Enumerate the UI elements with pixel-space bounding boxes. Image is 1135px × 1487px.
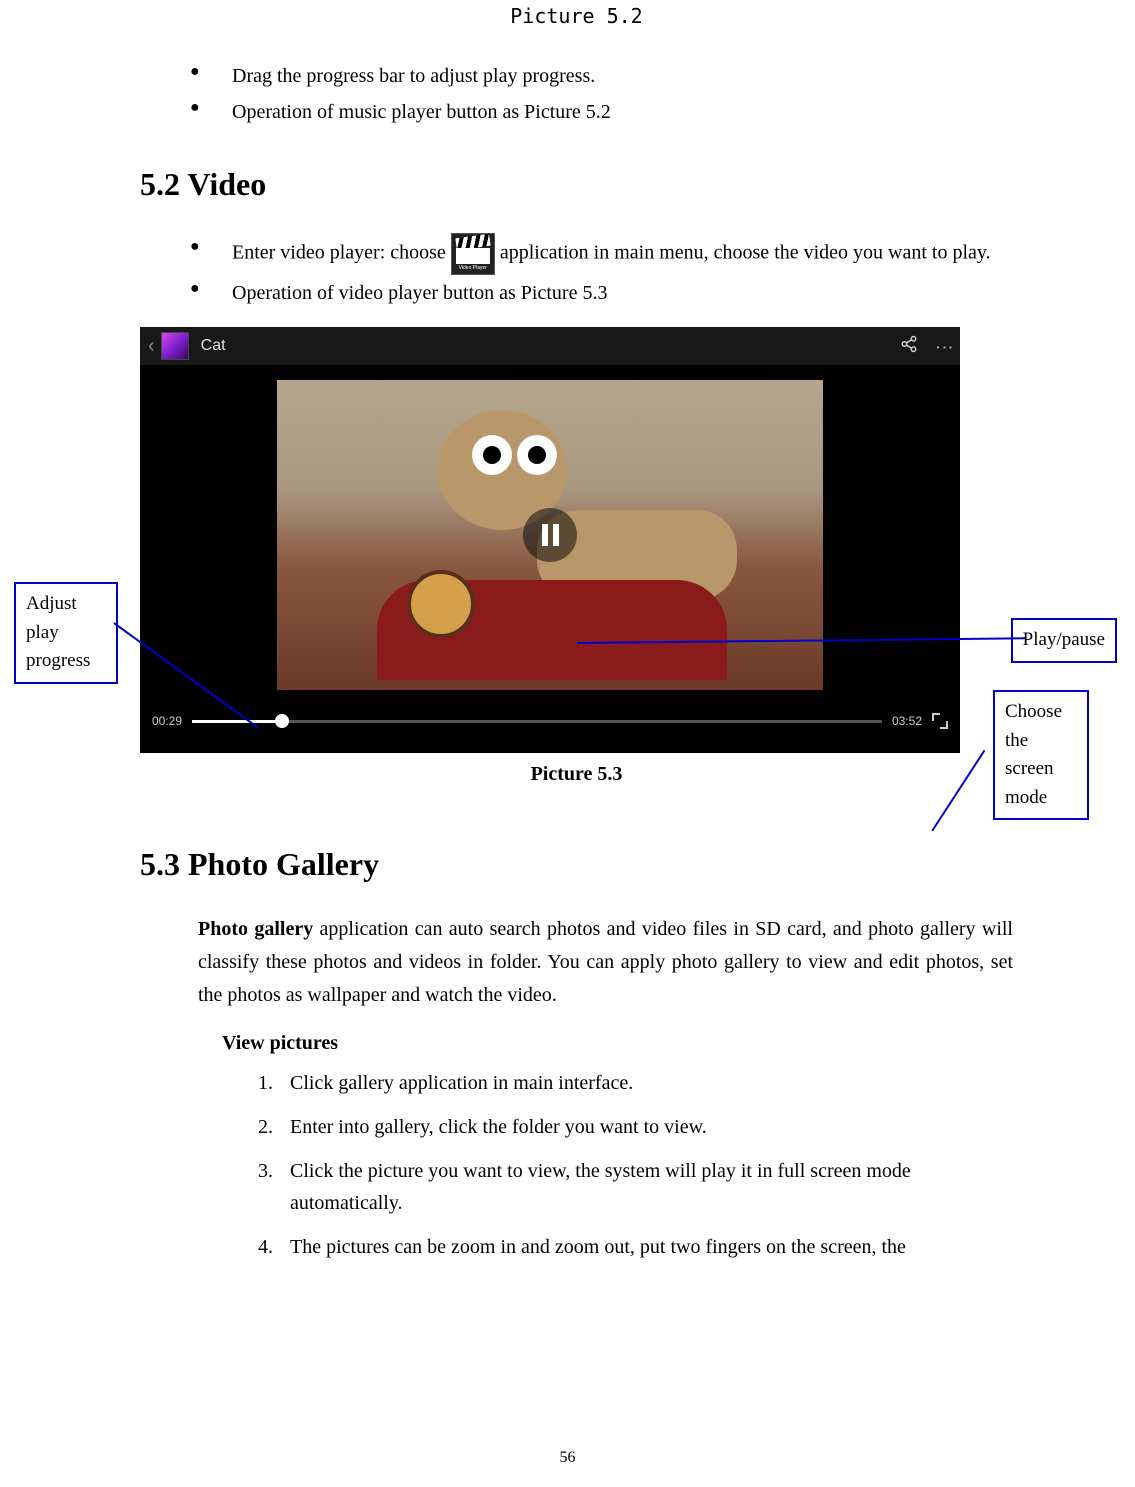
- text: application can auto search photos and v…: [198, 918, 1013, 1006]
- time-total: 03:52: [892, 714, 922, 728]
- text-strong: Photo gallery: [198, 918, 313, 940]
- callout-adjust-progress: Adjust play progress: [14, 582, 118, 684]
- share-icon[interactable]: [900, 335, 918, 358]
- bullet-item: Operation of video player button as Pict…: [190, 275, 1013, 311]
- intro-bullets: Drag the progress bar to adjust play pro…: [140, 58, 1013, 130]
- step-item: Enter into gallery, click the folder you…: [258, 1111, 1013, 1143]
- page-number: 56: [0, 1449, 1135, 1467]
- figure-caption-5-3: Picture 5.3: [140, 763, 1013, 786]
- callout-play-pause: Play/pause: [1011, 618, 1117, 663]
- figure-caption-5-2: Picture 5.2: [140, 0, 1013, 28]
- fullscreen-icon[interactable]: [932, 713, 948, 729]
- bullet-item: Operation of music player button as Pict…: [190, 94, 1013, 130]
- video-player-screenshot: ‹ Cat ⋮: [140, 327, 960, 753]
- progress-thumb[interactable]: [275, 714, 289, 728]
- progress-bar[interactable]: [192, 720, 882, 723]
- bullet-item: Drag the progress bar to adjust play pro…: [190, 58, 1013, 94]
- step-item: Click gallery application in main interf…: [258, 1067, 1013, 1099]
- step-item: The pictures can be zoom in and zoom out…: [258, 1231, 1013, 1263]
- gallery-intro-paragraph: Photo gallery application can auto searc…: [198, 913, 1013, 1012]
- bullet-item: Enter video player: choose Video Player …: [190, 233, 1013, 275]
- text: application in main menu, choose the vid…: [500, 242, 991, 264]
- play-pause-button[interactable]: [523, 508, 577, 562]
- section-heading-video: 5.2 Video: [140, 166, 1013, 203]
- text: Enter video player: choose: [232, 242, 451, 264]
- section-heading-gallery: 5.3 Photo Gallery: [140, 846, 1013, 883]
- callout-screen-mode: Choose the screen mode: [993, 690, 1089, 820]
- overflow-menu-icon[interactable]: ⋮: [934, 338, 955, 354]
- video-bullets: Enter video player: choose Video Player …: [140, 233, 1013, 311]
- video-player-app-icon: Video Player: [451, 233, 495, 275]
- view-pictures-heading: View pictures: [222, 1032, 1013, 1055]
- step-item: Click the picture you want to view, the …: [258, 1155, 1013, 1219]
- gallery-thumb-icon[interactable]: [161, 332, 189, 360]
- video-canvas: [140, 365, 960, 705]
- time-current: 00:29: [152, 714, 182, 728]
- video-controls: 00:29 03:52: [140, 705, 960, 737]
- view-pictures-steps: Click gallery application in main interf…: [140, 1067, 1013, 1263]
- video-title: Cat: [201, 337, 226, 355]
- back-chevron-icon[interactable]: ‹: [148, 335, 155, 358]
- video-topbar: ‹ Cat ⋮: [140, 327, 960, 365]
